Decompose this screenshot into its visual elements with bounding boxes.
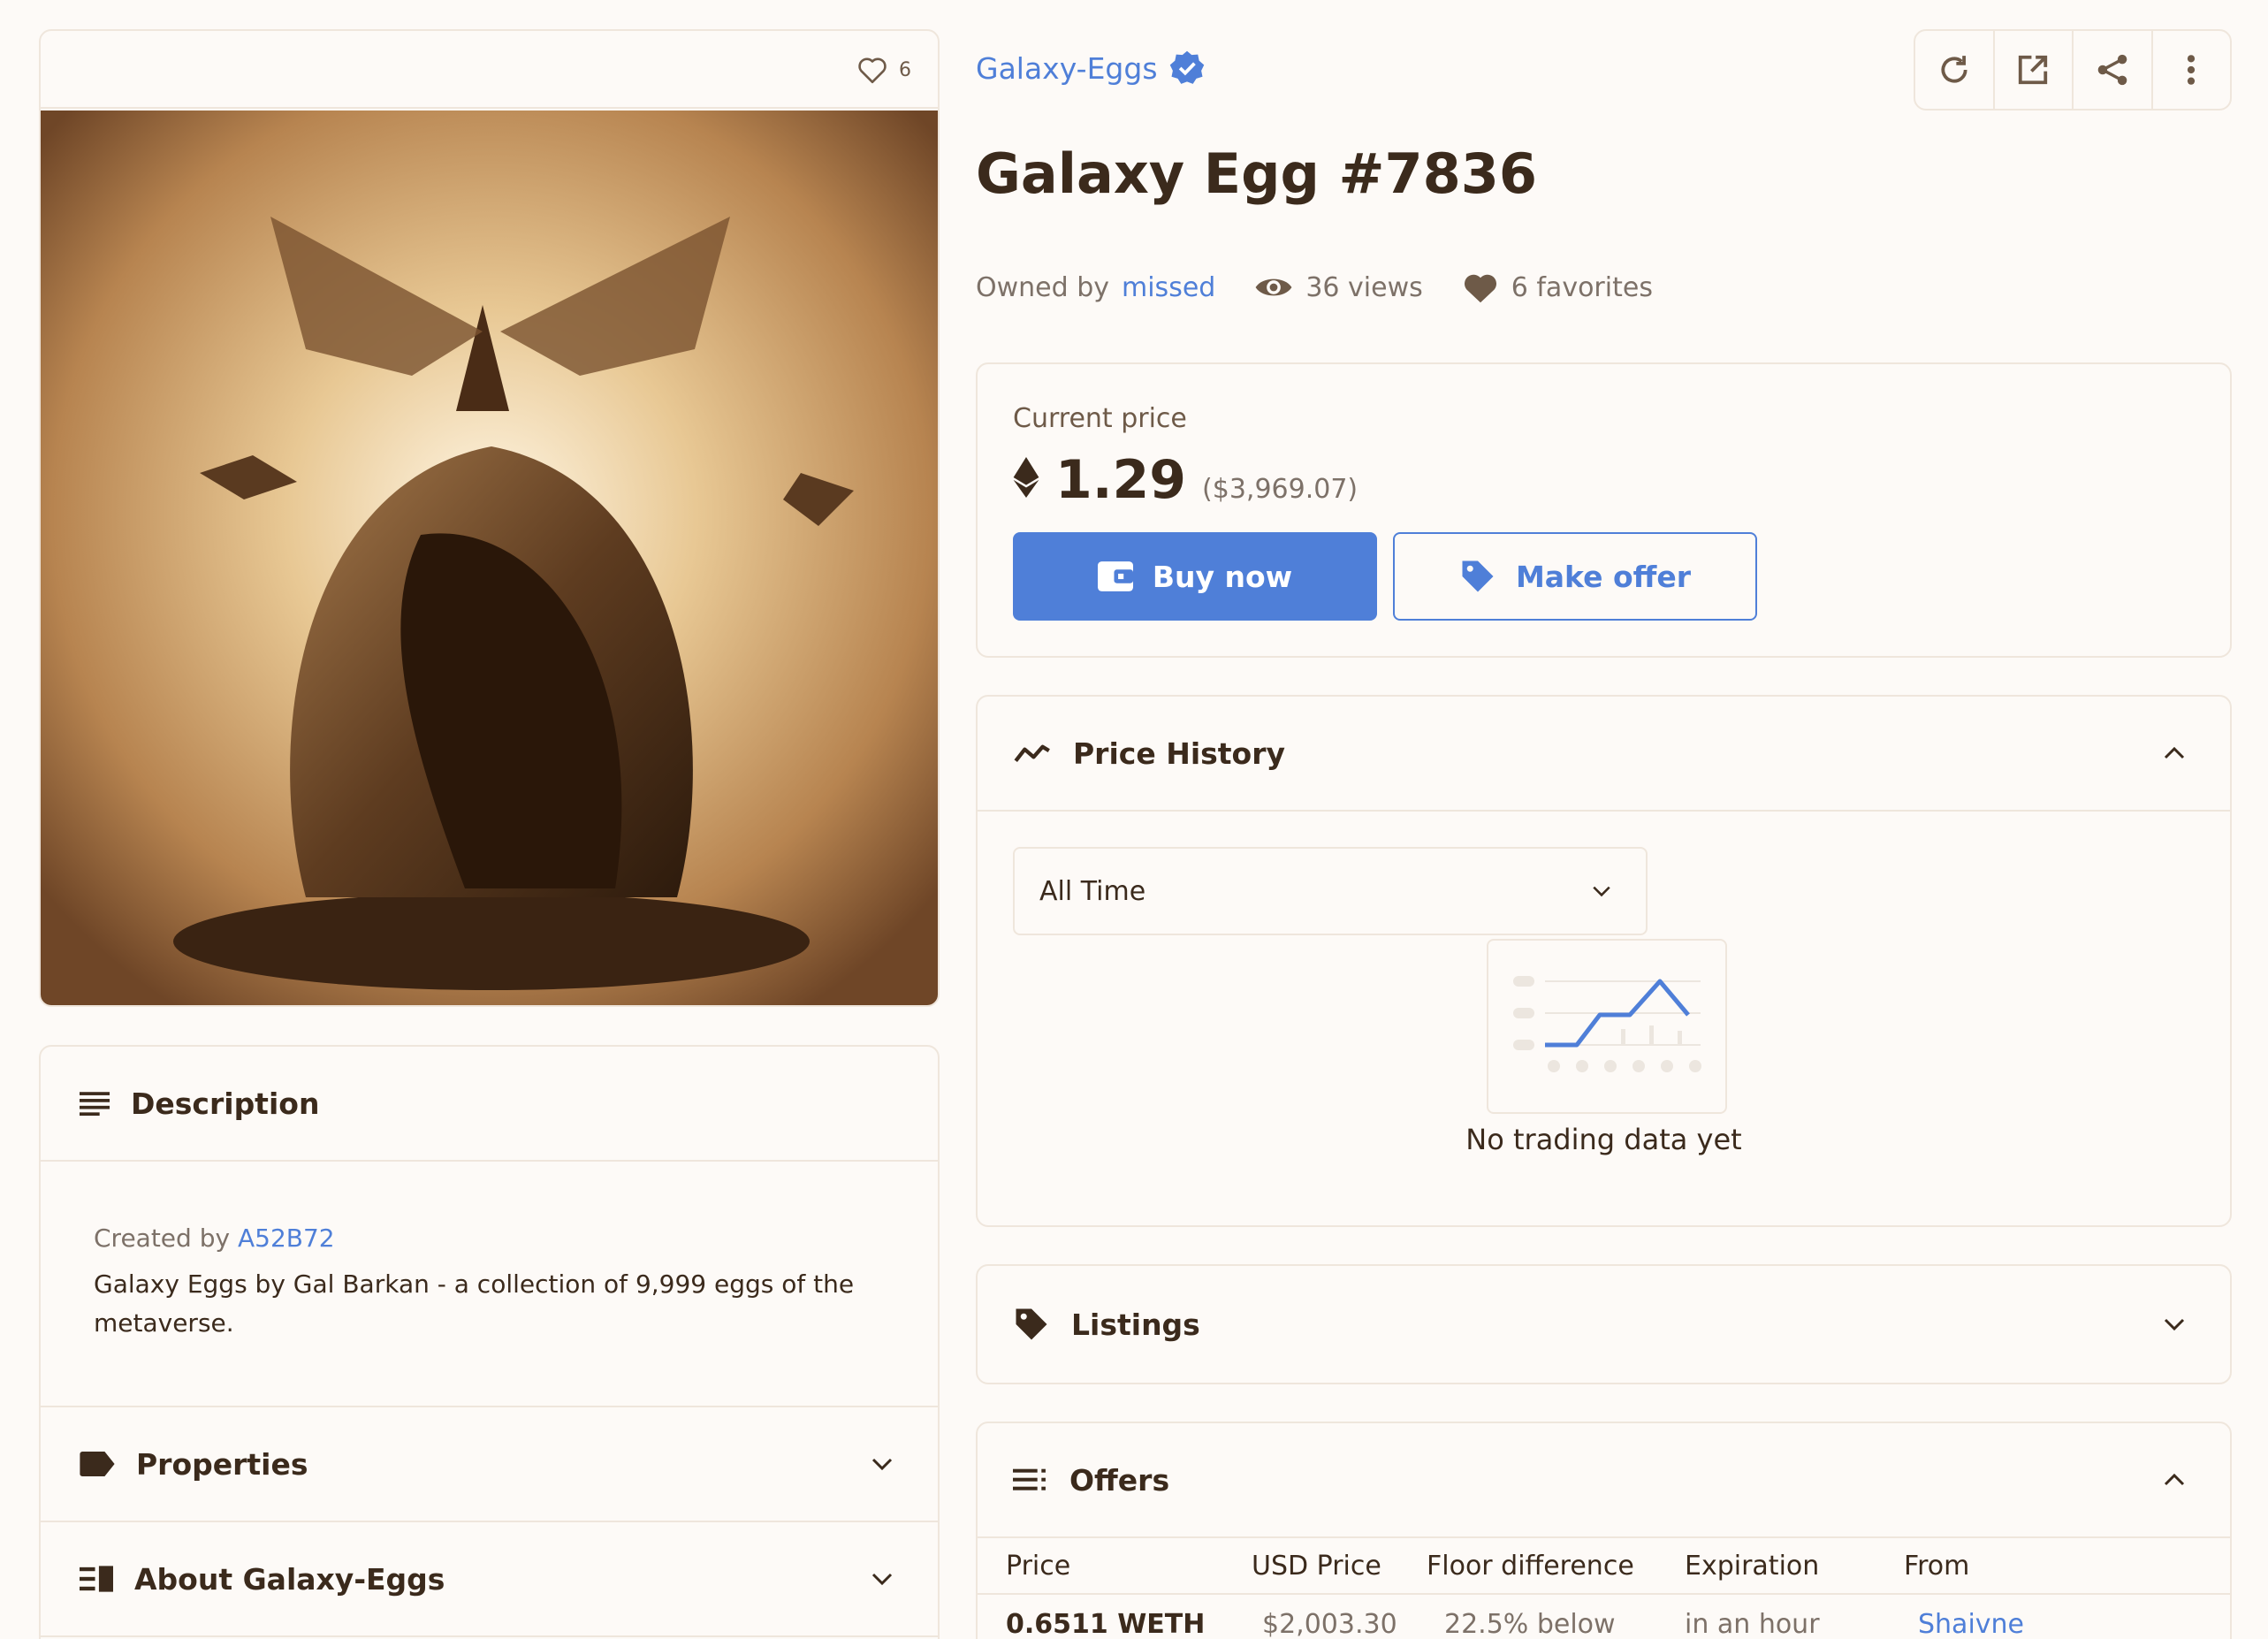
nft-title: Galaxy Egg #7836 [976,141,1538,206]
external-link-icon [2019,55,2048,85]
created-by-label: Created by [94,1224,231,1253]
owner-link[interactable]: missed [1122,272,1215,303]
image-card-header: 6 [41,31,938,109]
description-text: Galaxy Eggs by Gal Barkan - a collection… [94,1269,855,1338]
buy-now-button[interactable]: Buy now [1013,532,1377,621]
offers-header[interactable]: Offers [978,1423,2230,1538]
chart-placeholder-icon [1513,976,1701,1072]
table-row: 0.6511 WETH $2,003.30 22.5% below in an … [978,1597,2230,1639]
share-icon [2097,54,2127,86]
label-icon [80,1452,115,1476]
column-header-floor-difference: Floor difference [1427,1551,1634,1582]
offers-table-header: Price USD Price Floor difference Expirat… [978,1538,2230,1595]
about-icon [80,1566,113,1592]
listings-title: Listings [1071,1307,1200,1342]
empty-chart-illustration [1487,939,1727,1114]
heart-icon [858,57,887,84]
item-toolbar [1914,29,2232,111]
price-row: 1.29 ($3,969.07) [1013,449,1358,511]
share-button[interactable] [2074,31,2153,109]
heart-icon [1464,274,1496,303]
offers-panel: Offers Price USD Price Floor difference … [976,1422,2232,1639]
no-trading-data-text: No trading data yet [1465,1123,1742,1156]
eye-icon [1255,278,1292,296]
about-title: About Galaxy-Eggs [134,1561,445,1597]
views-info: 36 views [1254,271,1423,303]
time-range-value: All Time [1039,875,1146,907]
price-usd: ($3,969.07) [1202,474,1359,505]
chevron-down-icon [871,1458,893,1471]
properties-header[interactable]: Properties [41,1407,938,1522]
views-count: 36 views [1305,271,1423,303]
price-history-panel: Price History All Time No trading data y… [976,695,2232,1227]
collection-name: Galaxy-Eggs [976,50,1158,86]
price-history-title: Price History [1073,736,1286,771]
price-value: 1.29 [1055,449,1187,511]
trending-icon [1014,744,1050,762]
open-external-button[interactable] [1995,31,2074,109]
chevron-up-icon [2164,1473,2185,1486]
make-offer-button[interactable]: Make offer [1393,532,1757,621]
listings-panel: Listings [976,1264,2232,1384]
nft-image-card: 6 [39,29,940,1007]
refresh-button[interactable] [1915,31,1995,109]
chevron-down-icon [871,1573,893,1586]
ethereum-icon [1013,457,1039,498]
offer-from-link[interactable]: Shaivne [1918,1609,2024,1639]
current-price-label: Current price [1013,403,1187,434]
chevron-up-icon [2164,746,2185,759]
properties-title: Properties [136,1446,308,1482]
tag-icon [1016,1308,1047,1340]
wallet-icon [1097,561,1133,591]
offers-list-icon [1013,1468,1046,1490]
favorites-count: 6 favorites [1511,271,1653,303]
column-header-price: Price [1006,1551,1071,1582]
collection-link[interactable]: Galaxy-Eggs [976,50,1206,87]
more-options-button[interactable] [2153,31,2231,109]
refresh-icon [1941,56,1967,83]
column-header-usd-price: USD Price [1252,1551,1381,1582]
offers-title: Offers [1069,1462,1170,1498]
listings-header[interactable]: Listings [978,1266,2230,1383]
offer-expiration: in an hour [1685,1609,1820,1639]
price-history-header[interactable]: Price History [978,697,2230,812]
owned-by-label: Owned by [976,271,1109,303]
offer-floor-difference: 22.5% below [1444,1609,1616,1639]
price-panel: Current price 1.29 ($3,969.07) Buy now M… [976,362,2232,658]
offer-price: 0.6511 WETH [1006,1609,1206,1639]
column-header-from: From [1904,1551,1970,1582]
description-panel: Description Created by A52B72 Galaxy Egg… [39,1045,940,1639]
make-offer-label: Make offer [1515,559,1692,594]
chevron-down-icon [1593,886,1610,897]
favorite-count: 6 [899,58,911,81]
description-icon [80,1092,110,1117]
verified-badge-icon [1169,50,1204,84]
owner-info: Owned by missed [976,272,1215,303]
favorites-info: 6 favorites [1462,271,1653,304]
about-header[interactable]: About Galaxy-Eggs [41,1522,938,1637]
description-header[interactable]: Description [41,1047,938,1162]
time-range-select[interactable]: All Time [1013,847,1648,935]
nft-artwork[interactable] [41,111,940,1007]
offer-usd: $2,003.30 [1262,1609,1397,1639]
more-icon [2188,55,2196,85]
column-header-expiration: Expiration [1685,1551,1820,1582]
buy-now-label: Buy now [1152,559,1293,594]
nft-meta: Owned by missed 36 views 6 favorites [976,271,1692,304]
chevron-down-icon [2164,1318,2185,1331]
description-body: Created by A52B72 Galaxy Eggs by Gal Bar… [41,1162,938,1407]
description-title: Description [131,1086,320,1121]
favorite-button[interactable]: 6 [856,56,911,84]
creator-link[interactable]: A52B72 [238,1224,335,1253]
tag-icon [1462,560,1494,592]
